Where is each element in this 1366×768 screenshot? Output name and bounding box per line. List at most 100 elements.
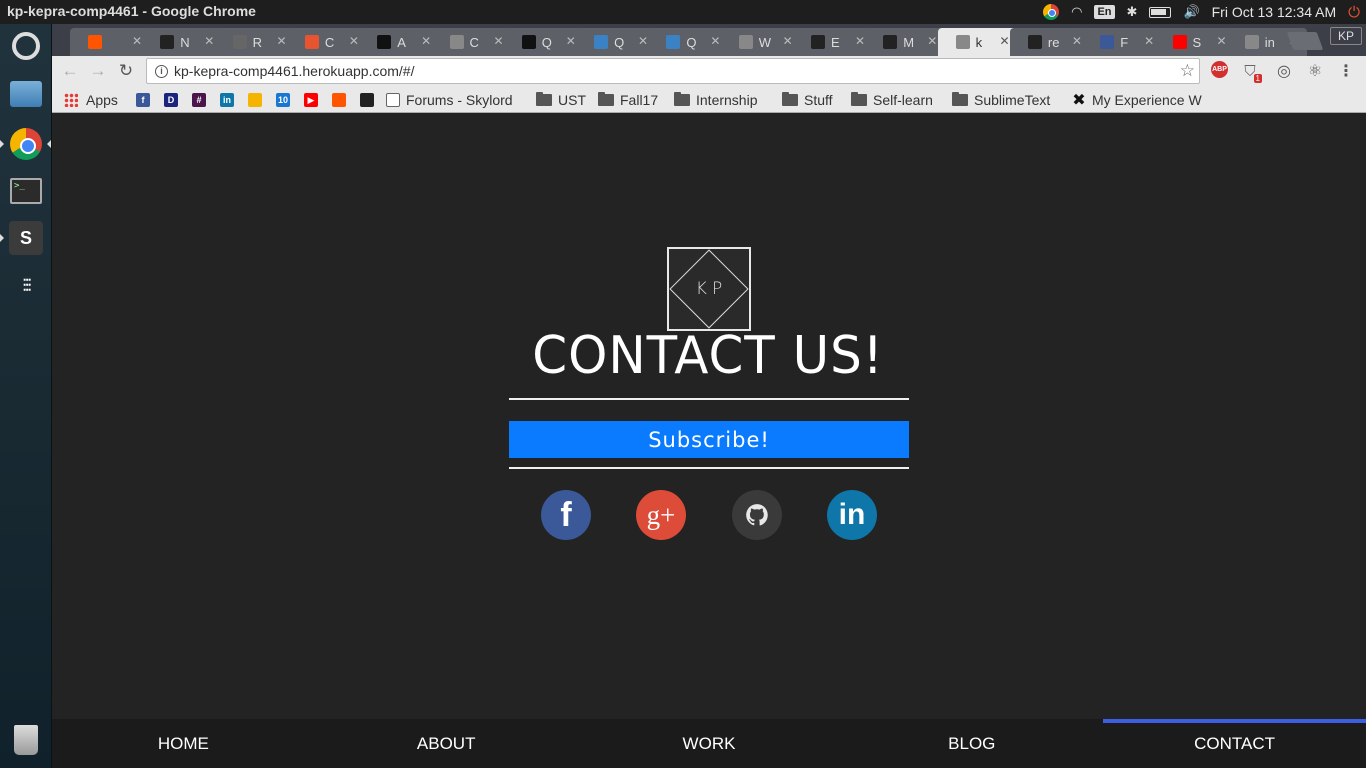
- react-devtools-icon[interactable]: ⚛: [1305, 61, 1325, 81]
- x-icon: ✖: [1072, 92, 1086, 109]
- browser-tab[interactable]: Q ✕: [576, 28, 657, 56]
- tab-strip: ✕N✕R✕C✕A✕C✕Q✕Q✕Q✕W✕E✕M✕k✕re✕F✕S✕in✕KP: [52, 24, 1366, 56]
- tab-close-icon[interactable]: ✕: [710, 34, 720, 48]
- bookmark-item[interactable]: Internship: [674, 90, 757, 110]
- chrome-menu-icon[interactable]: ⋮: [1336, 61, 1356, 81]
- tab-close-icon[interactable]: ✕: [855, 34, 865, 48]
- tab-close-icon[interactable]: ✕: [638, 34, 648, 48]
- folder-icon: [952, 92, 968, 106]
- bookmark-star-icon[interactable]: ☆: [1180, 61, 1195, 81]
- launcher-dash[interactable]: [6, 26, 46, 66]
- bookmark-item[interactable]: Fall17: [598, 90, 658, 110]
- tab-close-icon[interactable]: ✕: [1216, 34, 1226, 48]
- nav-about[interactable]: ABOUT: [315, 719, 578, 768]
- tab-close-icon[interactable]: ✕: [927, 34, 937, 48]
- browser-tab[interactable]: F ✕: [1082, 28, 1163, 56]
- tab-close-icon[interactable]: ✕: [132, 34, 142, 48]
- bookmark-item[interactable]: D: [164, 90, 184, 110]
- chrome-indicator-icon[interactable]: [1043, 4, 1060, 20]
- subscribe-button[interactable]: Subscribe!: [509, 421, 909, 458]
- browser-tab[interactable]: ✕: [70, 28, 150, 56]
- tab-close-icon[interactable]: ✕: [783, 34, 793, 48]
- chrome-icon: [10, 128, 42, 160]
- shield-extension[interactable]: ⛉ 1: [1240, 61, 1262, 83]
- bookmark-item[interactable]: Apps: [64, 90, 118, 110]
- launcher-mixer[interactable]: ⫶⫶⫶: [6, 266, 46, 306]
- browser-tab[interactable]: C ✕: [286, 28, 367, 56]
- google-plus-link[interactable]: g+: [636, 490, 686, 540]
- launcher-chrome[interactable]: [6, 124, 46, 164]
- tab-close-icon[interactable]: ✕: [1144, 34, 1154, 48]
- profile-button[interactable]: KP: [1330, 27, 1362, 45]
- site-info-icon[interactable]: i: [155, 64, 168, 78]
- browser-tab[interactable]: A ✕: [359, 28, 440, 56]
- launcher-sublime[interactable]: S: [6, 218, 46, 258]
- back-button[interactable]: ←: [59, 60, 81, 82]
- clock[interactable]: Fri Oct 13 12:34 AM: [1212, 4, 1337, 20]
- omnibox[interactable]: i ☆: [146, 58, 1200, 84]
- bookmark-item[interactable]: SublimeText: [952, 90, 1050, 110]
- nav-work[interactable]: WORK: [578, 719, 841, 768]
- browser-tab[interactable]: W ✕: [720, 28, 801, 56]
- browser-tab[interactable]: M ✕: [865, 28, 946, 56]
- power-icon[interactable]: ⏻: [1348, 4, 1360, 21]
- bookmark-item[interactable]: f: [136, 90, 156, 110]
- tab-close-icon[interactable]: ✕: [349, 34, 359, 48]
- browser-tab[interactable]: Q ✕: [648, 28, 729, 56]
- browser-tab[interactable]: S ✕: [1154, 28, 1235, 56]
- bookmark-item[interactable]: 10: [276, 90, 296, 110]
- adblock-icon[interactable]: ABP: [1211, 61, 1228, 78]
- github-link[interactable]: [732, 490, 782, 540]
- browser-tab[interactable]: C ✕: [431, 28, 512, 56]
- nav-blog[interactable]: BLOG: [840, 719, 1103, 768]
- browser-tab[interactable]: R ✕: [214, 28, 295, 56]
- language-indicator[interactable]: En: [1094, 5, 1115, 19]
- bookmark-item[interactable]: [248, 90, 268, 110]
- launcher-terminal[interactable]: >_: [6, 171, 46, 211]
- bookmark-favicon-icon: #: [192, 93, 206, 107]
- reload-button[interactable]: ↻: [115, 60, 137, 82]
- bookmark-item[interactable]: Self-learn: [851, 90, 933, 110]
- battery-icon[interactable]: [1149, 6, 1172, 18]
- tab-close-icon[interactable]: ✕: [421, 34, 431, 48]
- target-extension-icon[interactable]: ◎: [1274, 61, 1294, 81]
- tab-close-icon[interactable]: ✕: [493, 34, 503, 48]
- tab-close-icon[interactable]: ✕: [1000, 34, 1010, 48]
- new-tab-button[interactable]: [1286, 32, 1324, 50]
- forward-button[interactable]: →: [87, 60, 109, 82]
- divider-top: [509, 398, 909, 400]
- volume-icon[interactable]: 🔊: [1183, 4, 1199, 20]
- tab-title: Q: [614, 34, 625, 50]
- bookmark-item[interactable]: #: [192, 90, 212, 110]
- browser-tab[interactable]: re ✕: [1009, 28, 1090, 56]
- tab-close-icon[interactable]: ✕: [277, 34, 287, 48]
- browser-tab[interactable]: k ✕: [937, 28, 1018, 56]
- browser-tab[interactable]: Q ✕: [503, 28, 584, 56]
- tab-close-icon[interactable]: ✕: [1072, 34, 1082, 48]
- bookmark-item[interactable]: UST: [536, 90, 586, 110]
- linkedin-link[interactable]: in: [827, 490, 877, 540]
- launcher-files[interactable]: [6, 74, 46, 114]
- tab-favicon-icon: [883, 35, 898, 49]
- bookmark-item[interactable]: [332, 90, 352, 110]
- system-tray: ◠ En ✱ 🔊 Fri Oct 13 12:34 AM ⏻: [1043, 0, 1360, 24]
- browser-tab[interactable]: N ✕: [142, 28, 223, 56]
- browser-tab[interactable]: E ✕: [793, 28, 873, 56]
- facebook-link[interactable]: f: [541, 490, 591, 540]
- bookmark-item[interactable]: Forums - Skylord: [386, 90, 513, 110]
- nav-home[interactable]: HOME: [52, 719, 315, 768]
- url-input[interactable]: [174, 63, 1134, 79]
- launcher-trash[interactable]: [6, 720, 46, 760]
- tab-close-icon[interactable]: ✕: [566, 34, 576, 48]
- bookmark-item[interactable]: ✖ My Experience W: [1072, 90, 1201, 110]
- wifi-icon[interactable]: ◠: [1071, 4, 1082, 20]
- tab-close-icon[interactable]: ✕: [204, 34, 214, 48]
- bookmark-item[interactable]: [360, 90, 380, 110]
- nav-contact[interactable]: CONTACT: [1103, 719, 1366, 768]
- bookmark-item[interactable]: Stuff: [782, 90, 833, 110]
- bookmark-item[interactable]: in: [220, 90, 240, 110]
- bluetooth-icon[interactable]: ✱: [1127, 4, 1138, 20]
- bookmark-item[interactable]: ▶: [304, 90, 324, 110]
- tab-favicon-icon: [521, 35, 536, 49]
- tab-title: C: [324, 34, 335, 50]
